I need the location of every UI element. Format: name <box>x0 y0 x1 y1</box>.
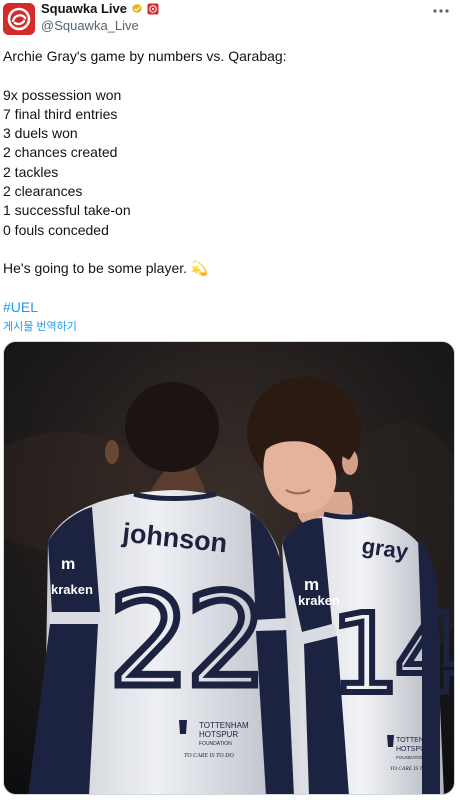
translate-post-link[interactable]: 게시물 번역하기 <box>3 318 77 334</box>
right-sleeve-sponsor: kraken <box>298 593 340 608</box>
stat-line: 2 clearances <box>3 183 83 200</box>
stat-line: 0 fouls conceded <box>3 221 109 238</box>
right-foundation-text-1: TOTTENHAM <box>396 737 440 744</box>
stat-line: 2 tackles <box>3 163 59 180</box>
stat-line: 7 final third entries <box>3 105 118 122</box>
right-cockerel-icon <box>387 735 394 747</box>
tweet-closing-text: He's going to be some player. <box>3 260 188 277</box>
right-sleeve-sponsor-mark: m <box>304 575 319 594</box>
left-sleeve-sponsor-mark: m <box>61 556 75 573</box>
stat-line: 3 duels won <box>3 125 78 142</box>
more-options-button[interactable] <box>430 2 452 20</box>
right-foundation-text-2: HOTSPUR <box>396 746 430 753</box>
squawka-logo-icon <box>3 3 35 35</box>
author-display-name[interactable]: Squawka Live <box>41 1 127 17</box>
author-display-name-row[interactable]: Squawka Live <box>41 1 159 17</box>
verified-badge-icon <box>132 3 142 14</box>
tweet-text: Archie Gray's game by numbers vs. Qaraba… <box>3 47 453 317</box>
dizzy-emoji-icon: 💫 <box>190 260 209 277</box>
stat-line: 1 successful take-on <box>3 202 131 219</box>
right-shirt-number: 14 <box>330 590 455 718</box>
photo-players-illustration: johnson 22 m kraken TOTTENHAM HOTSPUR FO… <box>4 342 455 794</box>
stat-line: 9x possession won <box>3 86 122 103</box>
avatar[interactable] <box>3 3 35 35</box>
more-options-icon <box>433 9 449 13</box>
stat-line: 2 chances created <box>3 144 118 161</box>
tweet-headline: Archie Gray's game by numbers vs. Qaraba… <box>3 48 287 64</box>
left-foundation-text-3: FOUNDATION <box>199 741 232 747</box>
left-foundation-text-2: HOTSPUR <box>199 730 238 739</box>
tweet-header: Squawka Live @Squawka_Live <box>0 0 460 40</box>
left-foundation-text-1: TOTTENHAM <box>199 721 249 730</box>
right-foundation-motto: TO CARE IS TO DO <box>390 766 436 772</box>
left-sleeve-sponsor: kraken <box>51 582 93 597</box>
left-shirt-number: 22 <box>109 567 264 716</box>
tweet-photo[interactable]: johnson 22 m kraken TOTTENHAM HOTSPUR FO… <box>3 341 455 795</box>
affiliate-badge-icon[interactable] <box>147 3 159 15</box>
hashtag-link[interactable]: #UEL <box>3 298 38 317</box>
author-handle[interactable]: @Squawka_Live <box>41 18 139 34</box>
tweet-closing-line: He's going to be some player. 💫 <box>3 259 453 278</box>
right-foundation-text-3: FOUNDATION <box>396 755 425 760</box>
left-cockerel-icon <box>179 720 187 734</box>
left-foundation-motto: TO CARE IS TO DO <box>184 753 234 759</box>
